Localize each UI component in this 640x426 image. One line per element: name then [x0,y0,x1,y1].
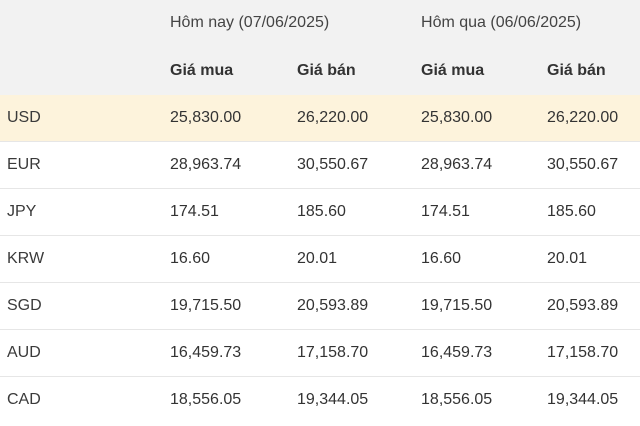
column-header-row: Giá mua Giá bán Giá mua Giá bán [0,46,640,95]
yesterday-buy-price: 19,715.50 [409,282,536,330]
yesterday-buy-header: Giá mua [409,46,536,95]
yesterday-buy-price: 28,963.74 [409,141,536,189]
today-sell-price: 19,344.05 [285,376,410,423]
table-row: CAD 18,556.05 19,344.05 18,556.05 19,344.05 [0,376,640,423]
yesterday-buy-price: 18,556.05 [409,376,536,423]
today-buy-price: 16.60 [158,235,285,283]
today-buy-price: 16,459.73 [158,329,285,377]
currency-code: KRW [0,235,158,283]
yesterday-buy-price: 16,459.73 [409,329,536,377]
header-blank-cell [0,46,158,95]
exchange-rate-table: Hôm nay (07/06/2025) Hôm qua (06/06/2025… [0,0,640,423]
yesterday-buy-price: 174.51 [409,188,536,236]
currency-code: JPY [0,188,158,236]
today-sell-price: 26,220.00 [285,95,410,142]
today-buy-price: 28,963.74 [158,141,285,189]
yesterday-sell-header: Giá bán [535,46,640,95]
today-sell-price: 20,593.89 [285,282,410,330]
yesterday-sell-price: 20.01 [535,235,640,283]
yesterday-sell-price: 19,344.05 [535,376,640,423]
table-row: AUD 16,459.73 17,158.70 16,459.73 17,158.70 [0,329,640,377]
today-sell-price: 20.01 [285,235,410,283]
today-sell-header: Giá bán [285,46,410,95]
date-header-row: Hôm nay (07/06/2025) Hôm qua (06/06/2025… [0,0,640,46]
today-buy-price: 18,556.05 [158,376,285,423]
today-date-header: Hôm nay (07/06/2025) [158,0,410,46]
header-blank-cell [0,0,158,46]
currency-code: CAD [0,376,158,423]
yesterday-sell-price: 20,593.89 [535,282,640,330]
today-buy-price: 19,715.50 [158,282,285,330]
table-row: EUR 28,963.74 30,550.67 28,963.74 30,550.67 [0,141,640,189]
table-row: USD 25,830.00 26,220.00 25,830.00 26,220.00 [0,95,640,142]
currency-code: USD [0,95,158,142]
yesterday-sell-price: 17,158.70 [535,329,640,377]
today-sell-price: 30,550.67 [285,141,410,189]
yesterday-date-header: Hôm qua (06/06/2025) [409,0,640,46]
today-buy-header: Giá mua [158,46,285,95]
today-sell-price: 17,158.70 [285,329,410,377]
yesterday-buy-price: 16.60 [409,235,536,283]
table-row: SGD 19,715.50 20,593.89 19,715.50 20,593.89 [0,282,640,330]
today-sell-price: 185.60 [285,188,410,236]
currency-code: SGD [0,282,158,330]
table-header: Hôm nay (07/06/2025) Hôm qua (06/06/2025… [0,0,640,95]
yesterday-sell-price: 185.60 [535,188,640,236]
today-buy-price: 25,830.00 [158,95,285,142]
currency-code: EUR [0,141,158,189]
currency-code: AUD [0,329,158,377]
yesterday-sell-price: 30,550.67 [535,141,640,189]
yesterday-buy-price: 25,830.00 [409,95,536,142]
yesterday-sell-price: 26,220.00 [535,95,640,142]
table-row: KRW 16.60 20.01 16.60 20.01 [0,235,640,283]
table-body: USD 25,830.00 26,220.00 25,830.00 26,220.00 E… [0,95,640,423]
table-row: JPY 174.51 185.60 174.51 185.60 [0,188,640,236]
today-buy-price: 174.51 [158,188,285,236]
